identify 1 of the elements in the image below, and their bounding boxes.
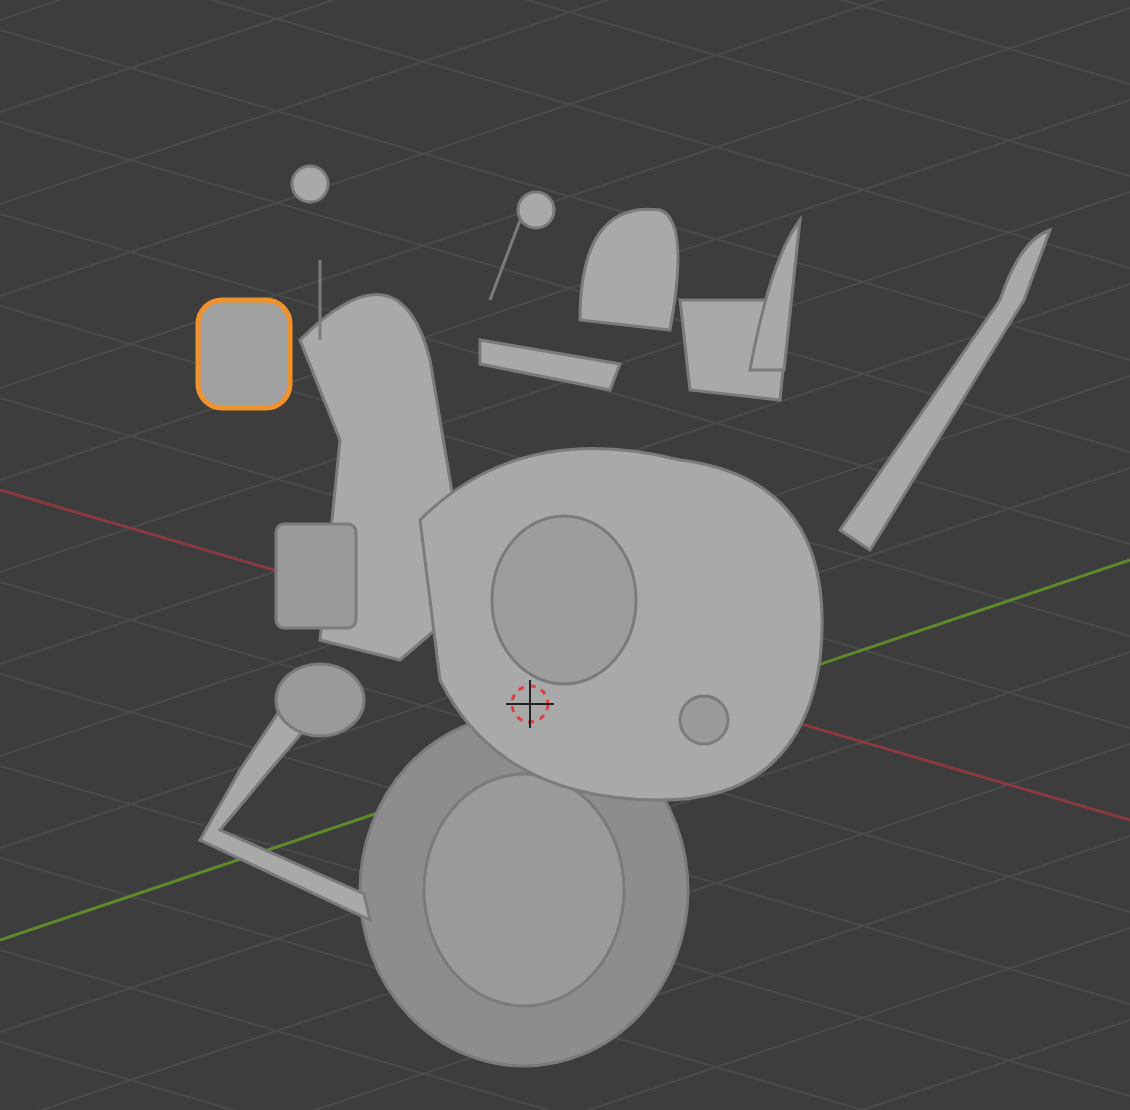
headlight-drawing[interactable] [195, 297, 293, 411]
